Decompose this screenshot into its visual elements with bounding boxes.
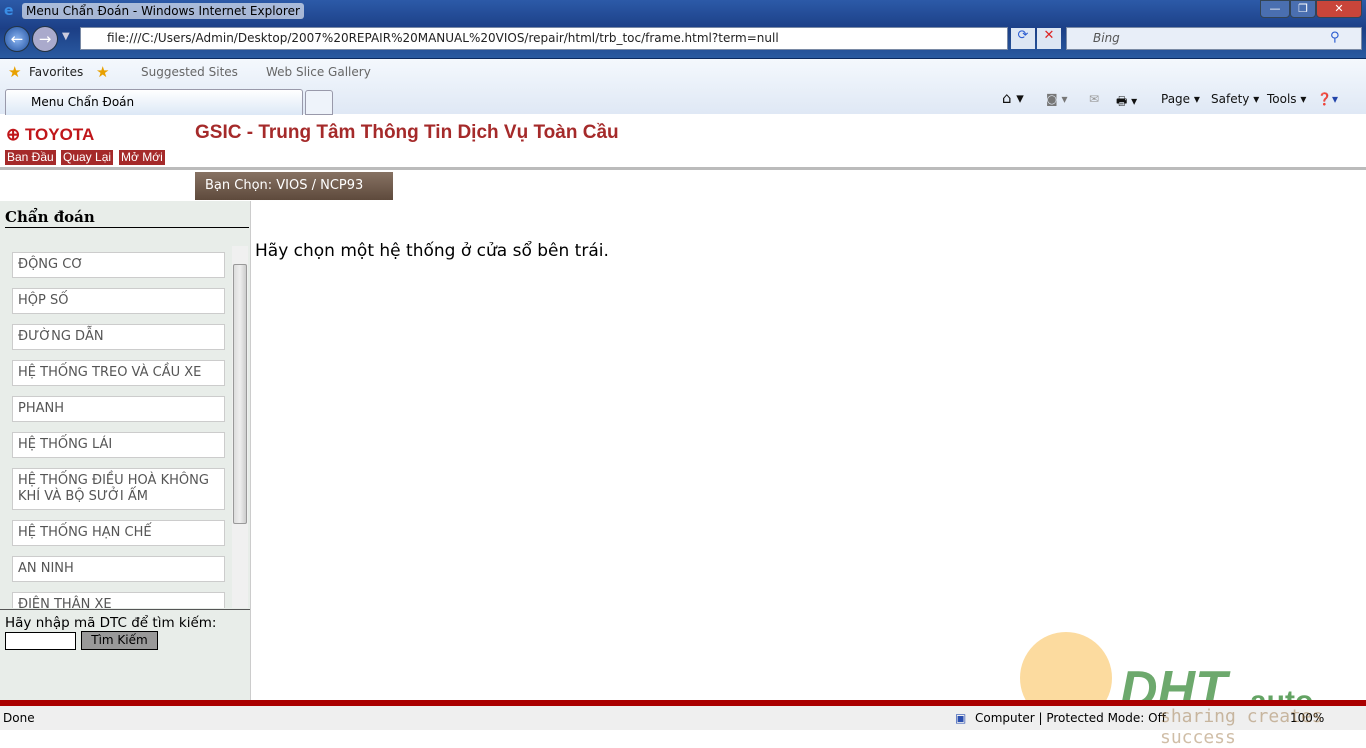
refresh-icon[interactable]: ⟳ <box>1011 28 1035 49</box>
list-item[interactable]: AN NINH <box>12 556 225 582</box>
tab-menu-chan-doan[interactable]: Menu Chẩn Đoán <box>5 89 303 115</box>
close-button[interactable]: ✕ <box>1316 0 1362 18</box>
search-icon[interactable]: ⚲ <box>1330 30 1340 45</box>
minimize-button[interactable]: — <box>1260 0 1290 18</box>
recent-pages-dropdown[interactable]: ▼ <box>62 31 70 42</box>
forward-button[interactable]: → <box>32 26 58 52</box>
address-bar[interactable]: file:///C:/Users/Admin/Desktop/2007%20RE… <box>80 27 1008 50</box>
list-item[interactable]: PHANH <box>12 396 225 422</box>
favorites-button[interactable]: Favorites <box>29 65 83 79</box>
toyota-logo: ⊕ TOYOTA <box>6 125 95 144</box>
instruction-message: Hãy chọn một hệ thống ở cửa sổ bên trái. <box>255 241 609 261</box>
home-icon[interactable]: ⌂ ▾ <box>1002 89 1024 107</box>
list-item[interactable]: ĐIỆN THÂN XE <box>12 592 225 608</box>
scrollbar-thumb[interactable] <box>233 264 247 524</box>
dtc-search-input[interactable] <box>5 632 76 650</box>
search-button[interactable]: Tìm Kiếm <box>81 631 158 650</box>
suggested-sites-link[interactable]: Suggested Sites <box>141 65 238 79</box>
back-button[interactable]: ← <box>4 26 30 52</box>
ie-icon: e <box>4 3 14 19</box>
new-tab-button[interactable] <box>305 90 333 115</box>
list-item[interactable]: HỘP SỐ <box>12 288 225 314</box>
safety-menu[interactable]: Safety ▾ <box>1211 92 1259 106</box>
status-text: Done <box>3 711 35 725</box>
search-input[interactable]: Bing <box>1066 27 1362 50</box>
divider <box>0 167 1366 170</box>
star-icon: ★ <box>8 63 22 81</box>
mail-icon[interactable]: ✉ <box>1089 92 1099 106</box>
page-title: GSIC - Trung Tâm Thông Tin Dịch Vụ Toàn … <box>195 122 619 143</box>
list-item[interactable]: ĐƯỜNG DẪN <box>12 324 225 350</box>
help-icon[interactable]: ❓▾ <box>1317 92 1338 106</box>
sidebar-heading: Chẩn đoán <box>5 208 249 228</box>
list-item[interactable]: HỆ THỐNG ĐIỀU HOÀ KHÔNG KHÍ VÀ BỘ SƯỞI Ấ… <box>12 468 225 510</box>
watermark-slogan: sharing creates success <box>1160 706 1323 748</box>
print-icon[interactable]: 🖶 ▾ <box>1116 92 1137 113</box>
list-item[interactable]: HỆ THỐNG HẠN CHẾ <box>12 520 225 546</box>
list-item[interactable]: HỆ THỐNG LÁI <box>12 432 225 458</box>
feeds-icon[interactable]: ◙ ▾ <box>1046 92 1067 106</box>
home-button[interactable]: Ban Đầu <box>5 150 56 165</box>
dtc-search-label: Hãy nhập mã DTC để tìm kiếm: <box>5 615 217 631</box>
security-zone[interactable]: Computer | Protected Mode: Off <box>975 706 1166 730</box>
tools-menu[interactable]: Tools ▾ <box>1267 92 1306 106</box>
selection-badge: Bạn Chọn: VIOS / NCP93 <box>195 172 393 200</box>
divider <box>0 609 250 610</box>
back-link-button[interactable]: Quay Lại <box>61 150 114 165</box>
add-favorites-icon[interactable]: ★ <box>96 63 109 81</box>
open-new-button[interactable]: Mở Mới <box>119 150 165 165</box>
system-list: ĐỘNG CƠ HỘP SỐ ĐƯỜNG DẪN HỆ THỐNG TREO V… <box>0 246 232 608</box>
web-slice-gallery-link[interactable]: Web Slice Gallery <box>266 65 371 79</box>
restore-button[interactable]: ❐ <box>1290 0 1316 18</box>
computer-icon: ▣ <box>955 711 967 725</box>
list-item[interactable]: HỆ THỐNG TREO VÀ CẦU XE <box>12 360 225 386</box>
list-item[interactable]: ĐỘNG CƠ <box>12 252 225 278</box>
window-title: Menu Chẩn Đoán - Windows Internet Explor… <box>22 3 304 19</box>
stop-icon[interactable]: ✕ <box>1037 28 1061 49</box>
page-menu[interactable]: Page ▾ <box>1161 92 1200 106</box>
